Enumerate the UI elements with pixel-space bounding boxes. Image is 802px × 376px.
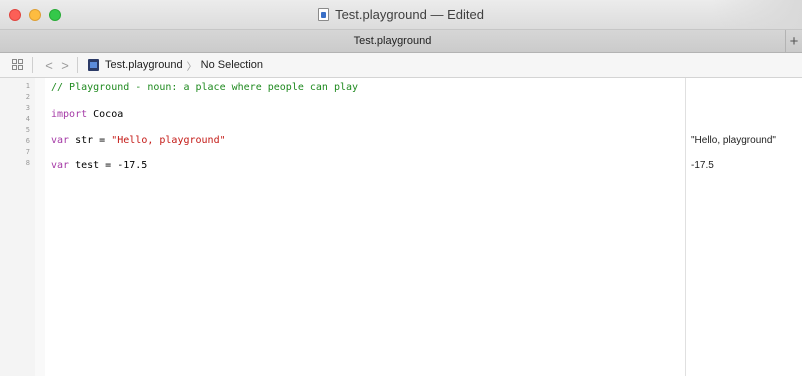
code-line-1: // Playground - noun: a place where peop… bbox=[51, 82, 359, 93]
line-number-gutter: 1 2 3 4 5 6 7 8 bbox=[0, 78, 35, 376]
line-number: 4 bbox=[25, 115, 30, 123]
grid-icon[interactable] bbox=[12, 59, 24, 71]
line-number: 7 bbox=[25, 148, 30, 156]
add-tab-button[interactable]: + bbox=[786, 30, 802, 52]
keyword-var: var bbox=[51, 160, 70, 171]
import-target: Cocoa bbox=[87, 109, 124, 120]
string-literal: "Hello, playground" bbox=[111, 135, 226, 146]
divider bbox=[77, 57, 78, 73]
title-bar: Test.playground — Edited bbox=[0, 0, 802, 30]
keyword-var: var bbox=[51, 135, 70, 146]
playground-doc-icon bbox=[318, 8, 330, 21]
line-number: 5 bbox=[25, 126, 30, 134]
divider bbox=[32, 57, 33, 73]
playground-editor: 1 2 3 4 5 6 7 8 // Playground - noun: a … bbox=[0, 78, 802, 376]
breadcrumb-selection[interactable]: No Selection bbox=[201, 59, 263, 71]
result-test[interactable]: -17.5 bbox=[691, 160, 714, 171]
line-number: 1 bbox=[25, 82, 30, 90]
results-sidebar: "Hello, playground" -17.5 bbox=[685, 78, 802, 376]
var-str-decl: str = bbox=[69, 135, 112, 146]
var-test-decl: test = -17.5 bbox=[69, 160, 148, 171]
jump-bar: < > Test.playground 〉 No Selection bbox=[0, 53, 802, 78]
result-str[interactable]: "Hello, playground" bbox=[691, 135, 776, 146]
breadcrumb-separator: 〉 bbox=[186, 61, 197, 73]
back-arrow-icon[interactable]: < bbox=[41, 58, 57, 73]
window-title: Test.playground — Edited bbox=[335, 7, 484, 22]
code-line-3: import Cocoa bbox=[51, 108, 123, 122]
code-area[interactable]: // Playground - noun: a place where peop… bbox=[51, 78, 671, 376]
gutter-margin bbox=[35, 78, 45, 376]
code-line-7: var test = -17.5 bbox=[51, 159, 147, 173]
line-number: 2 bbox=[25, 93, 30, 101]
code-line-5: var str = "Hello, playground" bbox=[51, 134, 226, 148]
keyword-import: import bbox=[51, 109, 88, 120]
titlebar-fade bbox=[712, 0, 802, 29]
line-number: 6 bbox=[25, 137, 30, 145]
forward-arrow-icon[interactable]: > bbox=[57, 58, 73, 73]
line-number: 8 bbox=[25, 159, 30, 167]
line-number: 3 bbox=[25, 104, 30, 112]
tab-test-playground[interactable]: Test.playground bbox=[0, 30, 786, 52]
playground-file-icon bbox=[88, 59, 99, 71]
breadcrumb-file[interactable]: Test.playground bbox=[105, 59, 183, 71]
tab-label: Test.playground bbox=[353, 35, 432, 47]
tab-bar: Test.playground + bbox=[0, 30, 802, 53]
window-title-group: Test.playground — Edited bbox=[0, 0, 802, 29]
playground-window: Test.playground — Edited Test.playground… bbox=[0, 0, 802, 376]
